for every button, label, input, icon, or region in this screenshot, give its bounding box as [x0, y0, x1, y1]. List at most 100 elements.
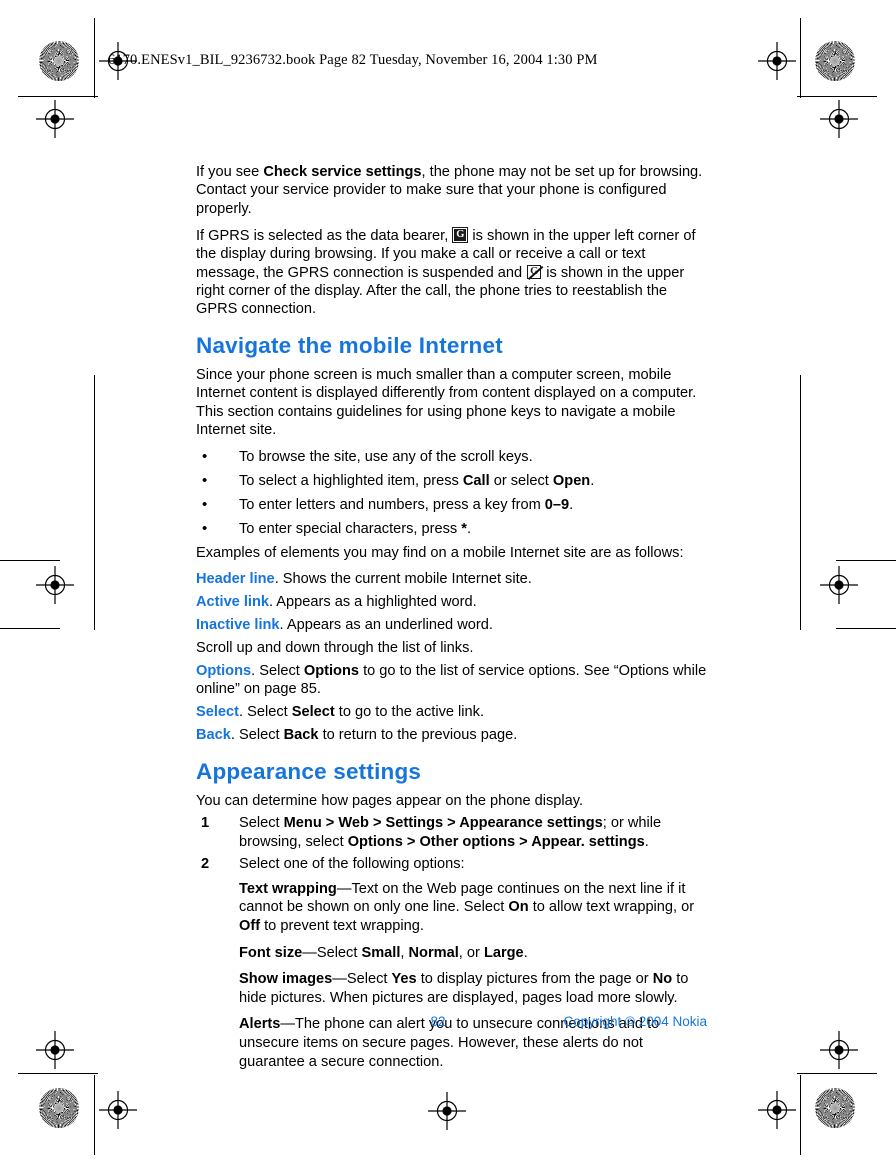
bold-check-service-settings: Check service settings [263, 164, 422, 180]
text-fragment: Select one of the following options: [239, 856, 465, 873]
bold-normal-value: Normal [408, 944, 459, 961]
registration-mark-bottom-right [758, 1091, 796, 1129]
element-definition-list: Header line. Shows the current mobile In… [196, 570, 708, 744]
text-fragment: Select [239, 815, 284, 832]
bold-off-value: Off [239, 918, 261, 935]
text-fragment: . Appears as an underlined word. [279, 617, 493, 634]
text-fragment: to display pictures from the page or [416, 971, 653, 988]
footer-copyright: Copyright © 2004 Nokia [563, 1014, 707, 1029]
bold-small-value: Small [361, 944, 401, 961]
term-select: Select [196, 704, 239, 721]
option-show-images: Show images—Select Yes to display pictur… [196, 970, 708, 1007]
trim-line-midleft-lower [0, 628, 60, 629]
definition-inactive-link: Inactive link. Appears as an underlined … [196, 616, 708, 634]
paragraph-check-service-settings: If you see Check service settings, the p… [196, 163, 708, 218]
registration-mark-bottom-center [428, 1092, 466, 1130]
text-fragment: . [466, 520, 471, 537]
text-fragment: . Select [230, 727, 284, 744]
page-content: If you see Check service settings, the p… [196, 163, 708, 1071]
bold-on-value: On [508, 899, 529, 916]
registration-mark-upper-left-corner [36, 100, 74, 138]
document-page: 6170.ENESv1_BIL_9236732.book Page 82 Tue… [0, 0, 896, 1168]
paragraph-scroll-note: Scroll up and down through the list of l… [196, 640, 474, 657]
text-fragment: . Shows the current mobile Internet site… [274, 571, 532, 588]
text-fragment: to go to the active link. [334, 704, 484, 721]
step-number: 2 [201, 856, 210, 873]
term-inactive-link: Inactive link [196, 617, 280, 634]
footer-page-number: 82 [430, 1014, 446, 1029]
term-text-wrapping: Text wrapping [239, 880, 337, 897]
term-back: Back [196, 727, 231, 744]
definition-back: Back. Select Back to return to the previ… [196, 726, 708, 744]
text-fragment: To browse the site, use any of the scrol… [239, 448, 533, 465]
gprs-active-icon: G [453, 227, 468, 242]
text-fragment: , [400, 944, 409, 961]
definition-options: Options. Select Options to go to the lis… [196, 662, 708, 699]
bullet-icon: • [202, 495, 208, 513]
bold-menu-path-alternate: Options > Other options > Appear. settin… [347, 833, 645, 850]
bold-back-softkey: Back [283, 727, 319, 744]
trim-line-bottom-left [18, 1073, 98, 1074]
trim-line-bottom-right [797, 1073, 877, 1074]
registration-mark-middle-right [820, 566, 858, 604]
text-fragment: To enter letters and numbers, press a ke… [239, 496, 545, 513]
bold-menu-path-primary: Menu > Web > Settings > Appearance setti… [283, 815, 603, 832]
text-fragment: to allow text wrapping, or [528, 899, 695, 916]
registration-mark-middle-left [36, 566, 74, 604]
bold-options-softkey: Options [303, 663, 360, 680]
trim-line-right-bottom [800, 1075, 801, 1155]
text-fragment: . [523, 944, 528, 961]
registration-mark-lower-right-corner [820, 1031, 858, 1069]
step-number: 1 [201, 815, 210, 832]
text-fragment: To select a highlighted item, press [239, 472, 463, 489]
list-item: • To enter special characters, press *. [196, 520, 708, 538]
paragraph-examples-lead: Examples of elements you may find on a m… [196, 544, 684, 561]
text-fragment: —Select [332, 971, 392, 988]
registration-mark-bottom-left [99, 1091, 137, 1129]
term-show-images: Show images [239, 971, 333, 988]
text-fragment: to return to the previous page. [318, 727, 518, 744]
text-fragment: To enter special characters, press [239, 520, 462, 537]
trim-line-left-mid [94, 375, 95, 630]
registration-mark-upper-right-corner [820, 100, 858, 138]
bold-yes-value: Yes [391, 971, 417, 988]
option-font-size: Font size—Select Small, Normal, or Large… [196, 944, 708, 963]
term-active-link: Active link [196, 594, 269, 611]
density-starburst-top-left [39, 41, 79, 81]
trim-line-midleft-upper [0, 560, 60, 561]
list-item: • To select a highlighted item, press Cal… [196, 472, 708, 490]
list-item: • To browse the site, use any of the scro… [196, 448, 708, 466]
bold-large-value: Large [483, 944, 524, 961]
term-header-line: Header line [196, 571, 275, 588]
navigation-key-bullet-list: • To browse the site, use any of the scro… [196, 448, 708, 538]
bold-open-key: Open [552, 472, 591, 489]
text-fragment: . Select [239, 704, 292, 721]
text-fragment: , or [458, 944, 484, 961]
gprs-active-icon-glyph: G [456, 228, 465, 240]
paragraph-navigate-intro: Since your phone screen is much smaller … [196, 366, 697, 438]
trim-line-top-left [18, 96, 98, 97]
density-starburst-top-right [815, 41, 855, 81]
list-item: 1 Select Menu > Web > Settings > Appearan… [196, 814, 708, 851]
bold-number-keys: 0–9 [544, 496, 570, 513]
text-fragment: . Select [251, 663, 304, 680]
trim-line-midright-lower [836, 628, 896, 629]
bold-no-value: No [652, 971, 673, 988]
bold-call-key: Call [462, 472, 490, 489]
trim-line-top-right [797, 96, 877, 97]
definition-header-line: Header line. Shows the current mobile In… [196, 570, 708, 588]
definition-select: Select. Select Select to go to the activ… [196, 703, 708, 721]
text-fragment: If you see [196, 164, 264, 180]
registration-mark-top-right [758, 42, 796, 80]
density-starburst-bottom-right [815, 1088, 855, 1128]
option-text-wrapping: Text wrapping—Text on the Web page conti… [196, 880, 708, 936]
appearance-steps-list: 1 Select Menu > Web > Settings > Appearan… [196, 814, 708, 874]
term-alerts: Alerts [239, 1016, 281, 1033]
trim-line-midright-upper [836, 560, 896, 561]
list-item: 2 Select one of the following options: [196, 855, 708, 874]
list-item: • To enter letters and numbers, press a k… [196, 496, 708, 514]
text-fragment: to prevent text wrapping. [260, 918, 424, 935]
text-fragment: . [644, 833, 649, 850]
term-font-size: Font size [239, 944, 303, 961]
paragraph-appearance-intro: You can determine how pages appear on th… [196, 792, 584, 809]
